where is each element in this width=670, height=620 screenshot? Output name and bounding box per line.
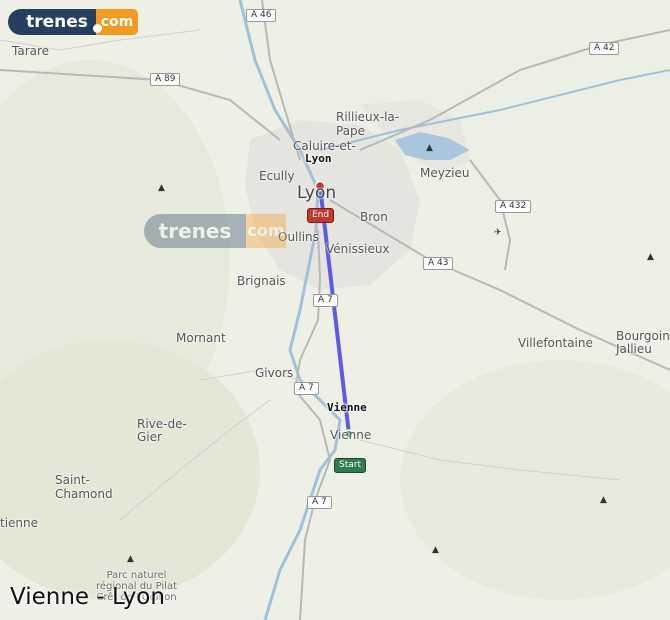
place-mornant: Mornant xyxy=(176,331,226,345)
place-saint-chamond: Saint- Chamond xyxy=(55,473,113,501)
road-shield-a7-south: A 7 xyxy=(307,496,332,509)
route-map[interactable]: Tarare Lyon Rillieux-la- Pape Caluire-et… xyxy=(0,0,670,620)
logo-suffix: com xyxy=(96,9,138,35)
map-base-layer xyxy=(0,0,670,620)
place-venissieux: Vénissieux xyxy=(326,242,390,256)
place-bourgoin: Bourgoin- Jallieu xyxy=(616,329,670,356)
place-lyon: Lyon xyxy=(297,183,337,203)
road-shield-a7-north: A 7 xyxy=(313,294,338,307)
place-givors: Givors xyxy=(255,366,294,380)
place-meyzieu: Meyzieu xyxy=(420,166,470,180)
forest-icon: ▲ xyxy=(426,143,433,153)
place-vienne: Vienne xyxy=(330,428,372,442)
start-marker[interactable]: Start xyxy=(334,458,366,473)
road-shield-a89: A 89 xyxy=(150,73,181,86)
forest-icon: ▲ xyxy=(600,495,607,505)
logo-dot xyxy=(93,24,102,33)
road-shield-a43: A 43 xyxy=(423,257,454,270)
place-bron: Bron xyxy=(360,210,388,224)
place-villefontaine: Villefontaine xyxy=(518,336,593,350)
road-shield-a46: A 46 xyxy=(246,9,277,22)
place-rillieux: Rillieux-la- Pape xyxy=(336,110,400,138)
trenes-logo[interactable]: trenes com xyxy=(8,9,138,35)
forest-icon: ▲ xyxy=(647,252,654,262)
place-caluire: Caluire-et- xyxy=(293,139,356,153)
logo-wordmark: trenes xyxy=(8,9,106,35)
place-tarare: Tarare xyxy=(12,44,50,58)
watermark-wordmark: trenes xyxy=(144,214,246,248)
watermark-suffix: com xyxy=(246,214,286,248)
forest-icon: ▲ xyxy=(432,545,439,555)
trenes-watermark: trenes com xyxy=(144,214,286,248)
forest-icon: ▲ xyxy=(158,183,165,193)
destination-label: Lyon xyxy=(305,152,332,165)
place-brignais: Brignais xyxy=(237,274,286,288)
airport-icon: ✈ xyxy=(494,228,502,238)
place-ecully: Ecully xyxy=(259,169,295,183)
road-shield-a7-mid: A 7 xyxy=(294,382,319,395)
forest-icon: ▲ xyxy=(127,554,134,564)
road-shield-a42: A 42 xyxy=(589,42,620,55)
road-shield-a432: A 432 xyxy=(495,200,532,213)
place-rive-de-gier: Rive-de- Gier xyxy=(137,417,187,444)
origin-label: Vienne xyxy=(327,401,367,414)
route-title: Vienne - Lyon xyxy=(10,584,165,610)
place-saint-etienne: tienne xyxy=(0,516,39,530)
end-marker[interactable]: End xyxy=(307,208,335,223)
